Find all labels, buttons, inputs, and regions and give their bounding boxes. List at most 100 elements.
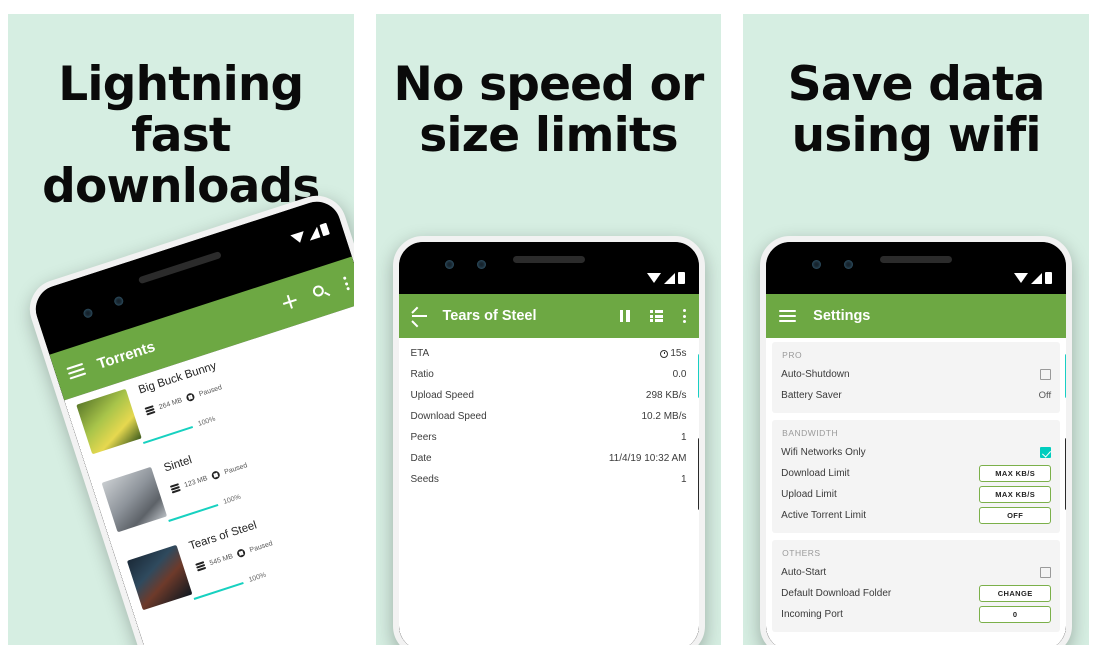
settings-row-download-folder[interactable]: Default Download Folder CHANGE [772, 583, 1060, 604]
front-camera-secondary-icon [844, 260, 854, 269]
auto-shutdown-checkbox[interactable] [1040, 369, 1052, 380]
pause-icon[interactable] [236, 548, 247, 559]
pause-icon[interactable] [210, 470, 221, 481]
settings-row-battery-saver[interactable]: Battery Saver Off [772, 385, 1060, 406]
panel-2-headline: No speed or size limits [376, 57, 722, 163]
front-camera-icon [812, 260, 822, 269]
settings-row-upload-limit[interactable]: Upload Limit MAX KB/S [772, 484, 1060, 505]
status-bar [290, 222, 330, 246]
pause-icon[interactable] [185, 392, 196, 403]
setting-label: Battery Saver [781, 390, 842, 401]
detail-value: 298 KB/s [645, 390, 687, 401]
headline-line-1: No speed or [393, 57, 704, 112]
promo-panel-limits: No speed or size limits Tears of Steel E… [375, 14, 722, 645]
detail-row: Ratio 0.0 [399, 364, 699, 385]
power-button[interactable] [1065, 438, 1067, 510]
setting-label: Default Download Folder [781, 588, 892, 599]
detail-value: 0.0 [672, 369, 687, 380]
setting-label: Auto-Shutdown [781, 369, 850, 380]
incoming-port-button[interactable]: 0 [979, 606, 1052, 623]
power-button[interactable] [697, 438, 699, 510]
detail-row: Upload Speed 298 KB/s [399, 385, 699, 406]
settings-row-download-limit[interactable]: Download Limit MAX KB/S [772, 463, 1060, 484]
setting-label: Upload Limit [781, 489, 837, 500]
torrent-size: 264 MB [157, 396, 184, 411]
front-camera-secondary-icon [476, 260, 486, 269]
setting-label: Auto-Start [781, 567, 827, 578]
active-torrent-limit-button[interactable]: OFF [979, 507, 1052, 524]
promo-panel-wifi: Save data using wifi Settings PRO Auto-S… [743, 14, 1090, 645]
detail-value: 15s [670, 348, 687, 359]
setting-label: Download Limit [781, 468, 850, 479]
front-camera-icon [444, 260, 454, 269]
detail-value: 11/4/19 10:32 AM [608, 453, 687, 464]
headline-line-1: Save data [787, 57, 1046, 112]
torrent-status: Paused [248, 539, 274, 554]
battery-icon [1045, 272, 1053, 284]
download-limit-button[interactable]: MAX KB/S [979, 465, 1052, 482]
settings-list: PRO Auto-Shutdown Battery Saver Off BAND… [766, 338, 1067, 645]
settings-section-bandwidth: BANDWIDTH Wifi Networks Only Download Li… [772, 420, 1061, 533]
setting-label: Incoming Port [781, 609, 843, 620]
back-arrow-icon[interactable] [410, 306, 427, 327]
phone-mockup-torrents: Torrents Big Buck Bunny 264 MB Paused 10… [22, 188, 354, 645]
settings-row-auto-shutdown[interactable]: Auto-Shutdown [772, 364, 1060, 385]
search-icon[interactable] [311, 282, 331, 301]
list-icon[interactable] [649, 310, 663, 322]
app-bar-torrent-detail: Tears of Steel [398, 294, 699, 338]
change-folder-button[interactable]: CHANGE [979, 585, 1052, 602]
menu-icon[interactable] [779, 307, 797, 325]
detail-label: Seeds [410, 474, 439, 485]
section-header: BANDWIDTH [782, 428, 839, 438]
overflow-menu-icon[interactable] [342, 275, 351, 291]
wifi-networks-only-checkbox[interactable] [1040, 447, 1052, 458]
detail-label: Ratio [410, 369, 434, 380]
panel-3-headline: Save data using wifi [743, 57, 1089, 163]
wifi-icon [290, 231, 307, 245]
settings-row-auto-start[interactable]: Auto-Start [772, 562, 1060, 583]
earpiece-speaker [512, 256, 585, 263]
signal-icon [306, 226, 321, 241]
layers-icon [195, 561, 207, 572]
overflow-menu-icon[interactable] [682, 308, 686, 324]
detail-row: Peers 1 [399, 427, 699, 448]
volume-button[interactable] [697, 354, 699, 398]
phone-mockup-details: Tears of Steel ETA 15s Ratio 0.0 Upload … [392, 236, 705, 645]
pause-icon[interactable] [619, 310, 630, 322]
clock-icon [660, 349, 669, 358]
headline-line-2: size limits [419, 107, 678, 163]
headline-line-2: using wifi [791, 107, 1042, 163]
battery-icon [677, 272, 685, 284]
auto-start-checkbox[interactable] [1040, 567, 1052, 578]
torrent-status: Paused [223, 461, 249, 476]
settings-section-pro: PRO Auto-Shutdown Battery Saver Off [772, 342, 1061, 413]
earpiece-speaker [880, 256, 953, 263]
torrent-size: 123 MB [183, 474, 209, 489]
layers-icon [169, 483, 181, 494]
settings-row-active-torrent-limit[interactable]: Active Torrent Limit OFF [772, 505, 1060, 526]
menu-icon[interactable] [65, 360, 87, 382]
detail-row: ETA 15s [399, 343, 699, 364]
settings-row-incoming-port[interactable]: Incoming Port 0 [772, 604, 1060, 625]
detail-label: Download Speed [410, 411, 487, 422]
torrent-status: Paused [198, 383, 223, 398]
status-bar [646, 272, 685, 284]
volume-button[interactable] [1065, 354, 1067, 398]
add-icon[interactable] [281, 293, 299, 311]
detail-value: 10.2 MB/s [641, 411, 687, 422]
promo-panel-downloads: Lightning fast downloads Torrents Big Bu… [8, 14, 354, 645]
detail-label: Peers [410, 432, 437, 443]
section-header: PRO [782, 350, 803, 360]
app-bar-settings: Settings [766, 294, 1067, 338]
page-title: Torrents [95, 337, 158, 373]
settings-section-others: OTHERS Auto-Start Default Download Folde… [772, 540, 1061, 632]
phone-mockup-settings: Settings PRO Auto-Shutdown Battery Saver… [760, 236, 1073, 645]
upload-limit-button[interactable]: MAX KB/S [979, 486, 1052, 503]
panel-1-headline: Lightning fast downloads [8, 59, 354, 212]
detail-value: 1 [680, 474, 687, 485]
torrent-detail-list: ETA 15s Ratio 0.0 Upload Speed 298 KB/s … [398, 338, 699, 645]
settings-row-wifi-only[interactable]: Wifi Networks Only [772, 442, 1060, 463]
battery-icon [319, 222, 330, 237]
detail-label: ETA [410, 348, 430, 359]
signal-icon [1031, 272, 1043, 284]
